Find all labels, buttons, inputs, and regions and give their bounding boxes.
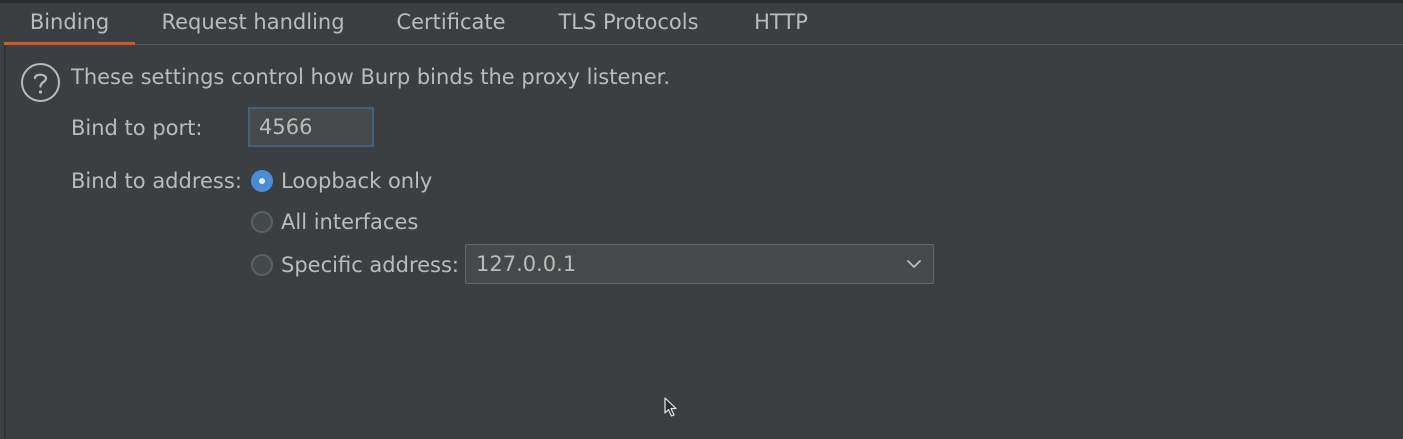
tab-divider bbox=[135, 44, 1403, 45]
dropdown-value: 127.0.0.1 bbox=[476, 252, 577, 276]
radio-all-interfaces[interactable]: All interfaces bbox=[251, 207, 418, 237]
proxy-listener-dialog: Binding Request handling Certificate TLS… bbox=[0, 0, 1403, 439]
tab-label: Request handling bbox=[161, 10, 345, 34]
radio-button-checked[interactable] bbox=[251, 170, 273, 192]
tab-label: Certificate bbox=[396, 10, 506, 34]
specific-address-dropdown[interactable]: 127.0.0.1 bbox=[465, 244, 934, 284]
radio-specific-address[interactable]: Specific address: bbox=[251, 250, 459, 280]
radio-button[interactable] bbox=[251, 211, 273, 233]
radio-loopback-only[interactable]: Loopback only bbox=[251, 166, 432, 196]
bind-address-label: Bind to address: bbox=[71, 169, 242, 193]
question-circle-icon bbox=[21, 63, 60, 102]
radio-label: Specific address: bbox=[281, 253, 459, 277]
bind-port-label: Bind to port: bbox=[71, 116, 203, 140]
tab-binding[interactable]: Binding bbox=[4, 3, 135, 45]
tab-label: HTTP bbox=[754, 10, 808, 34]
radio-label: All interfaces bbox=[281, 210, 419, 234]
tab-http[interactable]: HTTP bbox=[726, 3, 836, 45]
tab-certificate[interactable]: Certificate bbox=[371, 3, 531, 45]
radio-label: Loopback only bbox=[281, 169, 433, 193]
tab-request-handling[interactable]: Request handling bbox=[135, 3, 371, 45]
mouse-pointer-icon bbox=[664, 397, 677, 417]
binding-panel bbox=[4, 46, 1403, 439]
tab-label: Binding bbox=[29, 10, 110, 34]
tab-label: TLS Protocols bbox=[558, 10, 699, 34]
bind-port-input[interactable] bbox=[248, 107, 374, 147]
chevron-down-icon[interactable] bbox=[907, 258, 921, 270]
radio-button[interactable] bbox=[251, 254, 273, 276]
tab-bar: Binding Request handling Certificate TLS… bbox=[4, 3, 1403, 45]
intro-text: These settings control how Burp binds th… bbox=[71, 65, 671, 89]
tab-tls-protocols[interactable]: TLS Protocols bbox=[531, 3, 726, 45]
